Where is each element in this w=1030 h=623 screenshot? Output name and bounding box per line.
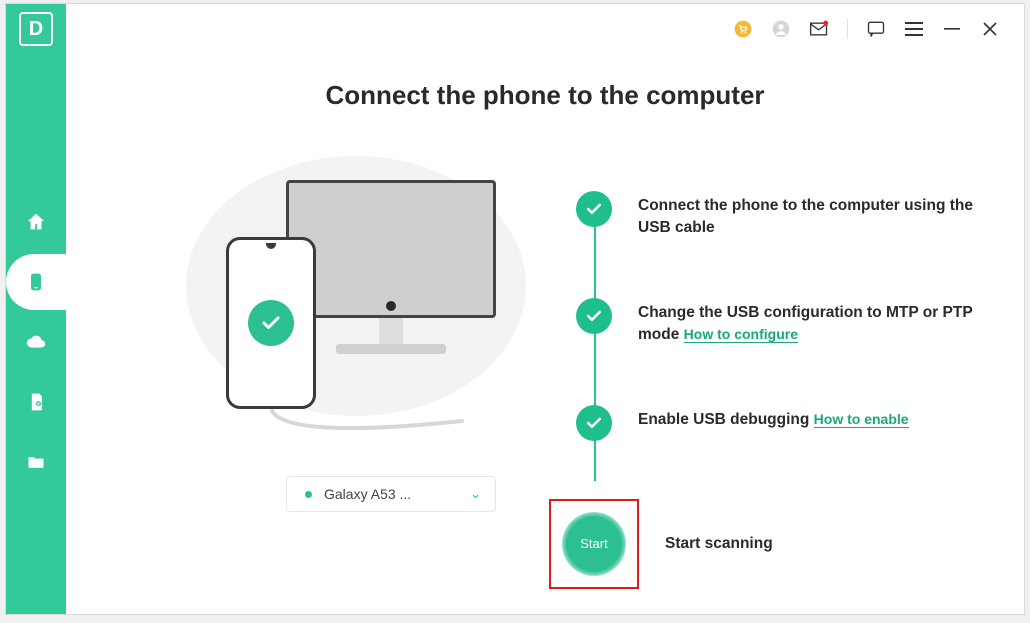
phone-check-icon: [248, 300, 294, 346]
step-2: Change the USB configuration to MTP or P…: [606, 298, 978, 347]
page-title: Connect the phone to the computer: [96, 80, 994, 111]
step-check-icon: [576, 298, 612, 334]
start-scanning-text: Start scanning: [665, 535, 773, 553]
nav-sdcard[interactable]: [6, 374, 66, 430]
chevron-down-icon: ⌄: [470, 486, 481, 502]
nav-cloud[interactable]: [6, 314, 66, 370]
device-selector[interactable]: Galaxy A53 ... ⌄: [286, 476, 496, 512]
step-3-text: Enable USB debugging How to enable: [638, 405, 909, 431]
how-to-enable-link[interactable]: How to enable: [814, 411, 909, 428]
step-2-text: Change the USB configuration to MTP or P…: [638, 298, 978, 347]
start-highlight-box: Start: [549, 499, 639, 589]
check-icon: [259, 311, 283, 335]
nav-phone[interactable]: [6, 254, 66, 310]
step-start: Start Start scanning: [606, 499, 978, 589]
cloud-icon: [25, 331, 47, 353]
monitor-illustration: [286, 180, 496, 354]
step-check-icon: [576, 191, 612, 227]
device-name: Galaxy A53 ...: [324, 486, 411, 502]
phone-icon: [26, 271, 46, 293]
step-check-icon: [576, 405, 612, 441]
step-1: Connect the phone to the computer using …: [606, 191, 978, 240]
connection-illustration: Galaxy A53 ... ⌄: [156, 171, 536, 589]
home-icon: [25, 211, 47, 233]
how-to-configure-link[interactable]: How to configure: [684, 326, 798, 343]
main-content: Connect the phone to the computer: [66, 4, 1024, 614]
phone-illustration: [226, 237, 316, 409]
logo-letter: D: [19, 12, 53, 46]
start-button-label: Start: [569, 519, 619, 569]
nav-folder[interactable]: [6, 434, 66, 490]
step-3: Enable USB debugging How to enable: [606, 405, 978, 441]
sdcard-icon: [26, 391, 46, 413]
step-1-text: Connect the phone to the computer using …: [638, 191, 978, 240]
nav-home[interactable]: [6, 194, 66, 250]
steps-list: Connect the phone to the computer using …: [576, 171, 978, 589]
start-button[interactable]: Start: [562, 512, 626, 576]
step-3-label: Enable USB debugging: [638, 411, 814, 428]
sidebar: D: [6, 4, 66, 614]
cable-illustration: [266, 409, 466, 439]
folder-icon: [25, 452, 47, 472]
app-logo: D: [6, 4, 66, 54]
status-dot: [305, 491, 312, 498]
